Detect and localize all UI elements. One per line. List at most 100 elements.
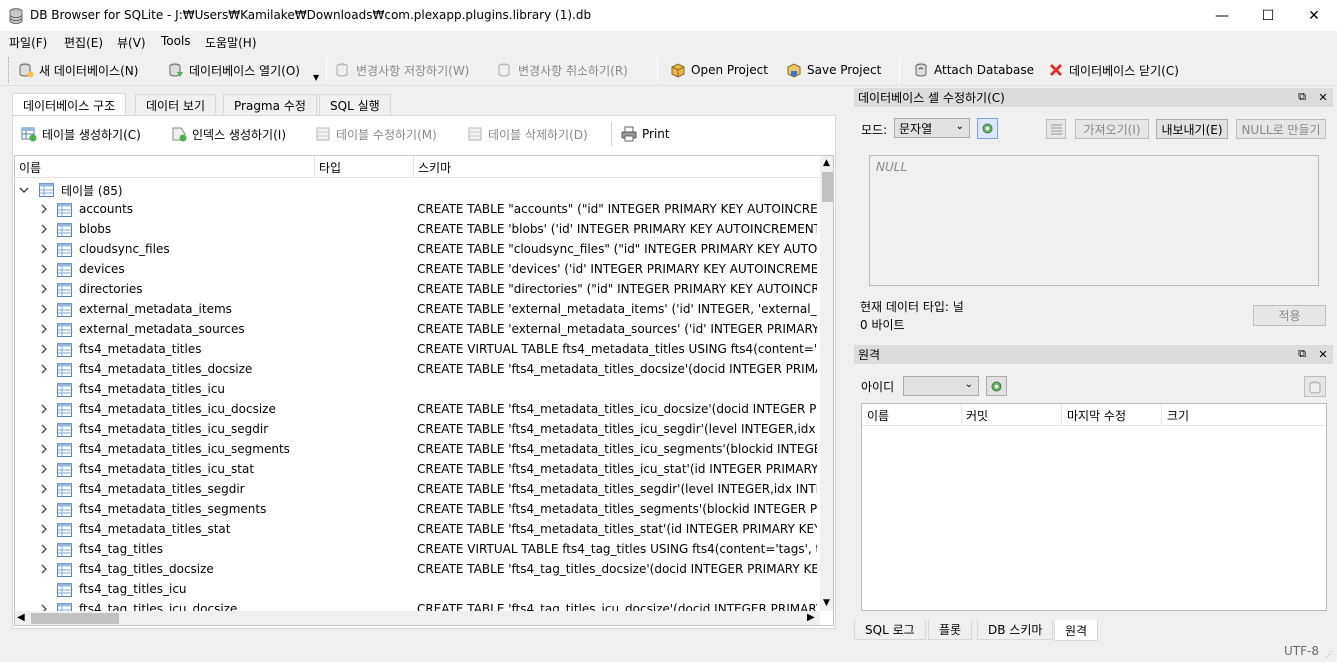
column-header-commit[interactable]: 커밋: [966, 407, 988, 424]
menu-view[interactable]: 뷰(V): [117, 34, 146, 51]
table-row[interactable]: fts4_metadata_titles_icu_stat CREATE TABL…: [15, 460, 820, 480]
tab-execute-sql[interactable]: SQL 실행: [319, 94, 391, 115]
revert-changes-button[interactable]: 변경사항 취소하기(R): [497, 59, 628, 81]
schema-tree[interactable]: 이름 타입 스키마 테이블 (85) accounts CREATE TABLE …: [14, 155, 834, 626]
table-row[interactable]: fts4_metadata_titles_stat CREATE TABLE 'f…: [15, 520, 820, 540]
chevron-right-icon[interactable]: [39, 324, 49, 334]
cell-editor-textarea[interactable]: NULL: [869, 155, 1319, 286]
close-dock-icon[interactable]: ✕: [1317, 348, 1329, 361]
table-row[interactable]: fts4_metadata_titles_icu: [15, 380, 820, 400]
auto-switch-mode-button[interactable]: [977, 118, 998, 139]
chevron-right-icon[interactable]: [39, 544, 49, 554]
import-button[interactable]: 가져오기(I): [1075, 119, 1149, 139]
new-database-button[interactable]: 새 데이터베이스(N): [18, 59, 138, 81]
chevron-right-icon[interactable]: [39, 404, 49, 414]
header-divider[interactable]: [1161, 404, 1162, 426]
save-project-button[interactable]: Save Project: [786, 59, 881, 81]
scroll-left-icon[interactable]: ◀: [17, 612, 25, 623]
chevron-right-icon[interactable]: [39, 344, 49, 354]
table-row[interactable]: external_metadata_sources CREATE TABLE 'e…: [15, 320, 820, 340]
menu-file[interactable]: 파일(F): [9, 34, 47, 51]
chevron-right-icon[interactable]: [39, 244, 49, 254]
table-row[interactable]: fts4_metadata_titles_segments CREATE TABL…: [15, 500, 820, 520]
close-dock-icon[interactable]: ✕: [1317, 91, 1329, 104]
scroll-right-icon[interactable]: ▶: [807, 612, 815, 623]
menu-edit[interactable]: 편집(E): [64, 34, 103, 51]
tab-database-structure[interactable]: 데이터베이스 구조: [12, 93, 127, 116]
column-header-schema[interactable]: 스키마: [418, 159, 451, 176]
tree-group-tables[interactable]: 테이블 (85): [15, 180, 820, 200]
identity-select[interactable]: ⌄: [903, 376, 979, 396]
header-divider[interactable]: [1061, 404, 1062, 426]
table-row[interactable]: fts4_metadata_titles_segdir CREATE TABLE …: [15, 480, 820, 500]
apply-button[interactable]: 적용: [1253, 305, 1326, 326]
table-row[interactable]: fts4_metadata_titles_icu_segdir CREATE TA…: [15, 420, 820, 440]
close-database-button[interactable]: 데이터베이스 닫기(C): [1048, 59, 1179, 81]
chevron-right-icon[interactable]: [39, 604, 49, 611]
chevron-right-icon[interactable]: [39, 204, 49, 214]
menu-tools[interactable]: Tools: [161, 34, 191, 48]
chevron-right-icon[interactable]: [39, 464, 49, 474]
table-row[interactable]: fts4_metadata_titles_icu_segments CREATE …: [15, 440, 820, 460]
delete-table-button[interactable]: 테이블 삭제하기(D): [467, 124, 588, 144]
scroll-down-icon[interactable]: ▼: [823, 598, 830, 608]
word-wrap-button[interactable]: [1046, 119, 1066, 139]
chevron-down-icon[interactable]: [19, 185, 29, 195]
column-header-name[interactable]: 이름: [867, 407, 889, 424]
chevron-right-icon[interactable]: [39, 284, 49, 294]
create-index-button[interactable]: 인덱스 생성하기(I): [171, 124, 286, 144]
table-row[interactable]: external_metadata_items CREATE TABLE 'ext…: [15, 300, 820, 320]
modify-table-button[interactable]: 테이블 수정하기(M): [315, 124, 437, 144]
tab-sql-log[interactable]: SQL 로그: [854, 620, 926, 640]
create-table-button[interactable]: 테이블 생성하기(C): [21, 124, 141, 144]
table-row[interactable]: fts4_tag_titles_icu: [15, 580, 820, 600]
table-row[interactable]: directories CREATE TABLE "directories" ("…: [15, 280, 820, 300]
chevron-right-icon[interactable]: [39, 484, 49, 494]
header-divider[interactable]: [314, 156, 315, 178]
minimize-button[interactable]: —: [1199, 0, 1245, 31]
chevron-right-icon[interactable]: [39, 264, 49, 274]
column-header-name[interactable]: 이름: [19, 159, 41, 176]
chevron-right-icon[interactable]: [39, 524, 49, 534]
table-row[interactable]: accounts CREATE TABLE "accounts" ("id" IN…: [15, 200, 820, 220]
mode-select[interactable]: 문자열 ⌄: [894, 118, 970, 138]
chevron-right-icon[interactable]: [39, 564, 49, 574]
table-row[interactable]: fts4_metadata_titles_icu_docsize CREATE T…: [15, 400, 820, 420]
scroll-up-icon[interactable]: ▲: [823, 158, 830, 168]
tab-remote[interactable]: 원격: [1054, 620, 1099, 641]
tab-plot[interactable]: 플롯: [928, 620, 973, 640]
chevron-right-icon[interactable]: [39, 444, 49, 454]
chevron-right-icon[interactable]: [39, 424, 49, 434]
table-row[interactable]: fts4_tag_titles_docsize CREATE TABLE 'fts…: [15, 560, 820, 580]
column-header-type[interactable]: 타입: [319, 159, 341, 176]
table-row[interactable]: fts4_tag_titles_icu_docsize CREATE TABLE …: [15, 600, 820, 611]
print-button[interactable]: Print: [621, 124, 670, 144]
horizontal-scroll-thumb[interactable]: [31, 613, 119, 624]
open-project-button[interactable]: Open Project: [670, 59, 768, 81]
chevron-right-icon[interactable]: [39, 304, 49, 314]
tree-vertical-scrollbar[interactable]: ▲ ▼: [820, 156, 833, 611]
vertical-scroll-thumb[interactable]: [822, 172, 833, 202]
column-header-last-modified[interactable]: 마지막 수정: [1067, 407, 1126, 424]
tab-db-schema[interactable]: DB 스키마: [977, 620, 1054, 640]
resize-grip-icon[interactable]: ⋰: [1325, 650, 1335, 660]
open-database-dropdown-icon[interactable]: ▼: [313, 73, 319, 82]
open-database-button[interactable]: 데이터베이스 열기(O): [168, 59, 300, 81]
column-header-size[interactable]: 크기: [1167, 407, 1189, 424]
close-window-button[interactable]: ✕: [1291, 0, 1337, 31]
tab-browse-data[interactable]: 데이터 보기: [135, 94, 217, 115]
chevron-right-icon[interactable]: [39, 364, 49, 374]
table-row[interactable]: blobs CREATE TABLE 'blobs' ('id' INTEGER …: [15, 220, 820, 240]
table-row[interactable]: devices CREATE TABLE 'devices' ('id' INTE…: [15, 260, 820, 280]
export-button[interactable]: 내보내기(E): [1156, 119, 1228, 139]
set-null-button[interactable]: NULL로 만들기: [1236, 119, 1326, 139]
remote-push-button[interactable]: [1304, 376, 1326, 397]
chevron-right-icon[interactable]: [39, 224, 49, 234]
float-dock-icon[interactable]: ⧉: [1296, 90, 1308, 103]
maximize-button[interactable]: ☐: [1245, 0, 1291, 31]
attach-database-button[interactable]: Attach Database: [913, 59, 1034, 81]
menu-help[interactable]: 도움말(H): [205, 34, 257, 51]
tree-horizontal-scrollbar[interactable]: ◀ ▶: [15, 611, 820, 625]
add-identity-button[interactable]: [986, 376, 1007, 396]
table-row[interactable]: fts4_tag_titles CREATE VIRTUAL TABLE fts4…: [15, 540, 820, 560]
